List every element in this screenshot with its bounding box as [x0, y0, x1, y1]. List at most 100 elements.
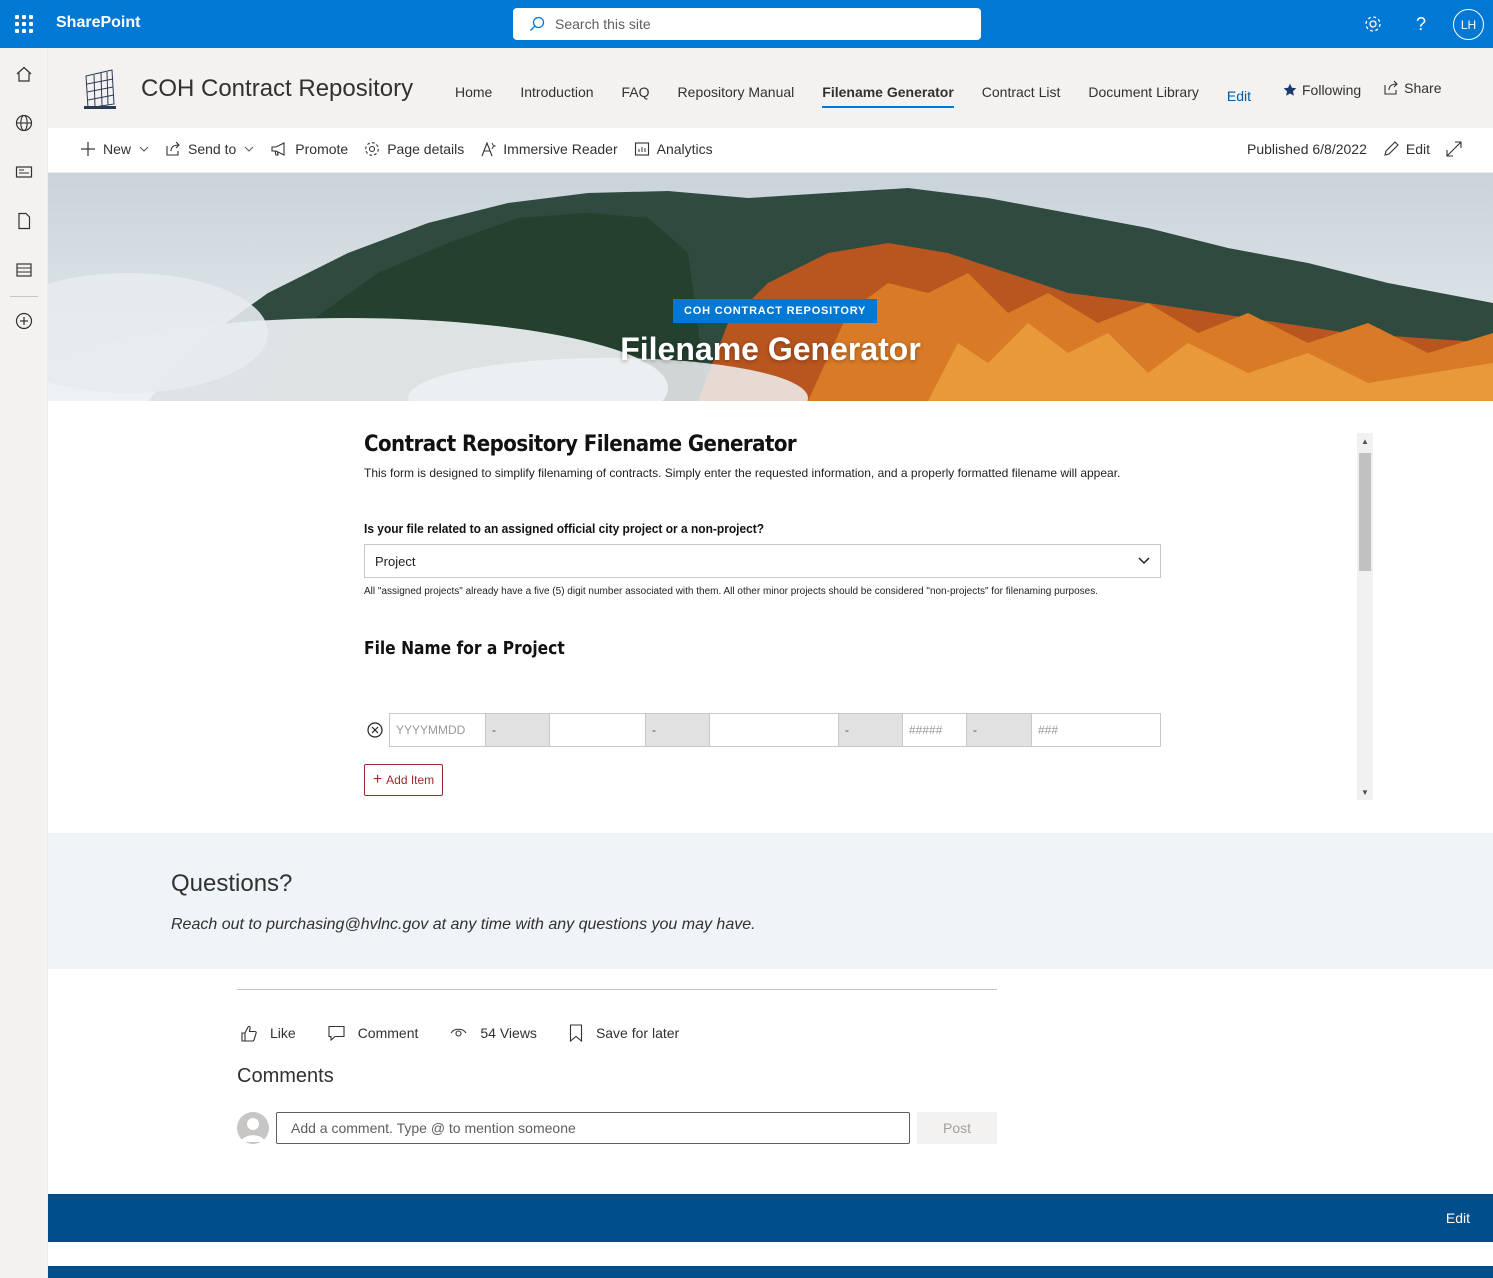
immersive-reader-button[interactable]: Immersive Reader — [480, 141, 618, 157]
user-avatar[interactable]: LH — [1453, 9, 1484, 40]
header-actions: Following Share — [1283, 80, 1464, 98]
scrollbar-thumb[interactable] — [1359, 453, 1371, 571]
send-to-button[interactable]: Send to — [165, 141, 254, 157]
page-details-button[interactable]: Page details — [364, 141, 464, 157]
home-icon[interactable] — [12, 62, 36, 86]
star-filled-icon — [1283, 83, 1297, 96]
separator-1: - — [486, 713, 550, 747]
footer-edit-link[interactable]: Edit — [1446, 1210, 1470, 1226]
nav-introduction[interactable]: Introduction — [520, 84, 593, 108]
nav-faq[interactable]: FAQ — [622, 84, 650, 108]
scroll-up-arrow-icon[interactable]: ▲ — [1357, 433, 1373, 449]
separator-2: - — [646, 713, 710, 747]
project-filename-section-title: File Name for a Project — [364, 638, 565, 659]
segment-3-input[interactable] — [710, 713, 839, 747]
add-item-label: Add Item — [386, 773, 435, 787]
files-icon[interactable] — [12, 209, 36, 233]
analytics-icon — [634, 142, 649, 156]
comment-button[interactable]: Comment — [328, 1025, 419, 1041]
thumbs-up-icon — [241, 1025, 257, 1042]
add-item-button[interactable]: + Add Item — [364, 764, 443, 796]
project-type-select[interactable]: Project — [364, 544, 1161, 578]
project-number-input[interactable]: ##### — [903, 713, 967, 747]
nav-filename-generator[interactable]: Filename Generator — [822, 84, 954, 108]
plus-icon — [81, 142, 95, 156]
date-input[interactable]: YYYYMMDD — [389, 713, 486, 747]
site-footer: Edit — [48, 1194, 1493, 1242]
share-label: Share — [1404, 80, 1442, 96]
settings-gear-icon[interactable] — [1361, 12, 1385, 36]
lists-icon[interactable] — [12, 258, 36, 282]
following-button[interactable]: Following — [1283, 82, 1361, 98]
site-logo[interactable] — [82, 68, 118, 110]
views-label: 54 Views — [480, 1025, 537, 1041]
analytics-button[interactable]: Analytics — [634, 141, 713, 157]
footer-lower-band — [48, 1266, 1493, 1278]
segment-2-input[interactable] — [550, 713, 646, 747]
nav-home[interactable]: Home — [455, 84, 492, 108]
site-search-box[interactable] — [513, 8, 981, 40]
site-title[interactable]: COH Contract Repository — [141, 75, 413, 103]
suite-bar: SharePoint ? LH — [0, 0, 1493, 48]
project-type-question: Is your file related to an assigned offi… — [364, 521, 765, 536]
hero-topic-label: COH CONTRACT REPOSITORY — [673, 299, 878, 323]
project-type-selected-value: Project — [375, 553, 416, 569]
search-input[interactable] — [555, 16, 935, 32]
published-date: Published 6/8/2022 — [1247, 141, 1367, 157]
page-details-label: Page details — [387, 141, 465, 157]
immersive-reader-icon — [481, 141, 497, 157]
separator-3: - — [839, 713, 903, 747]
questions-heading: Questions? — [171, 870, 293, 897]
immersive-reader-label: Immersive Reader — [503, 141, 618, 157]
sequence-number-input[interactable]: ### — [1032, 713, 1161, 747]
post-comment-button[interactable]: Post — [917, 1112, 997, 1144]
page-command-bar: New Send to Promote Page details Immersi… — [48, 128, 1493, 173]
sharepoint-brand[interactable]: SharePoint — [56, 14, 140, 32]
filename-generator-embed: Contract Repository Filename Generator T… — [357, 433, 1373, 800]
views-count: 54 Views — [450, 1025, 537, 1041]
comment-label: Comment — [357, 1025, 419, 1041]
like-button[interactable]: Like — [241, 1025, 296, 1042]
questions-text: Reach out to purchasing@hvlnc.gov at any… — [171, 916, 756, 933]
save-for-later-button[interactable]: Save for later — [569, 1024, 679, 1042]
expand-icon[interactable] — [1446, 141, 1469, 157]
form-title: Contract Repository Filename Generator — [364, 433, 797, 457]
page-title: Filename Generator — [620, 331, 921, 367]
nav-document-library[interactable]: Document Library — [1088, 84, 1199, 108]
questions-section: Questions? Reach out to purchasing@hvlnc… — [48, 833, 1493, 969]
project-type-hint: All "assigned projects" already have a f… — [364, 586, 1099, 597]
comment-input[interactable] — [276, 1112, 910, 1144]
edit-label: Edit — [1405, 141, 1430, 157]
new-button[interactable]: New — [80, 141, 149, 157]
megaphone-icon — [271, 142, 285, 156]
plus-icon: + — [372, 771, 383, 788]
edit-page-button[interactable]: Edit — [1383, 141, 1430, 157]
nav-contract-list[interactable]: Contract List — [982, 84, 1061, 108]
clear-row-icon[interactable] — [364, 719, 386, 741]
scroll-down-arrow-icon[interactable]: ▼ — [1357, 784, 1373, 800]
analytics-label: Analytics — [656, 141, 713, 157]
left-app-bar — [0, 48, 48, 1278]
following-label: Following — [1302, 82, 1362, 98]
news-icon[interactable] — [12, 160, 36, 184]
help-icon[interactable]: ? — [1409, 12, 1433, 36]
nav-repository-manual[interactable]: Repository Manual — [678, 84, 795, 108]
promote-label: Promote — [295, 141, 349, 157]
globe-sites-icon[interactable] — [12, 111, 36, 135]
site-header: COH Contract Repository Home Introductio… — [48, 48, 1493, 128]
search-icon — [530, 16, 545, 31]
create-plus-icon[interactable] — [12, 309, 36, 333]
filename-row: YYYYMMDD - - - ##### - ### — [364, 713, 1161, 747]
separator-4: - — [967, 713, 1032, 747]
eye-icon — [450, 1028, 467, 1037]
bookmark-icon — [569, 1024, 582, 1042]
app-launcher-icon[interactable] — [0, 0, 48, 48]
promote-button[interactable]: Promote — [270, 141, 348, 157]
nav-edit-link[interactable]: Edit — [1227, 88, 1251, 108]
chevron-down-icon — [244, 146, 254, 152]
new-label: New — [103, 141, 132, 157]
embed-scrollbar[interactable]: ▲ ▼ — [1357, 433, 1373, 800]
send-to-label: Send to — [188, 141, 237, 157]
share-button[interactable]: Share — [1383, 80, 1442, 96]
chevron-down-icon — [1138, 557, 1150, 565]
